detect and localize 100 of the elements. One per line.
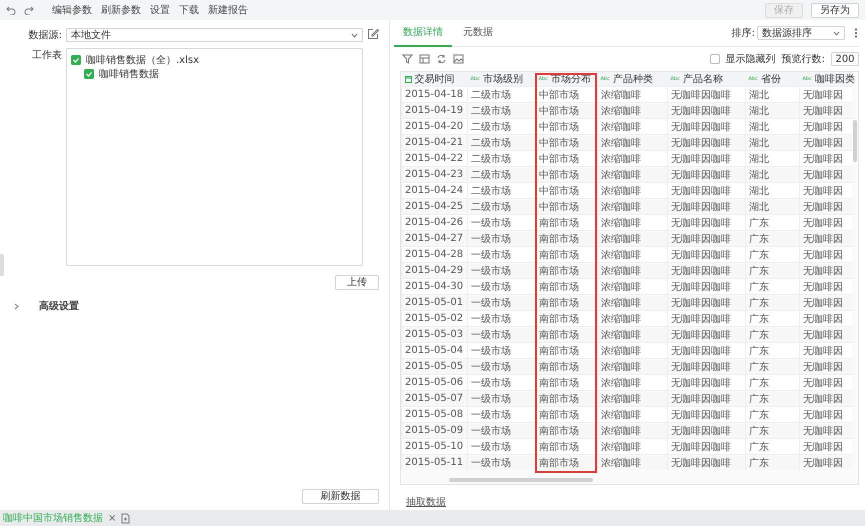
tab[interactable]: 元数据 [454, 20, 502, 46]
table-settings-icon[interactable] [419, 54, 430, 64]
table-cell: 中部市场 [536, 86, 598, 102]
extract-link[interactable]: 抽取数据 [406, 495, 446, 509]
menu-item[interactable]: 下载 [179, 3, 199, 17]
table-cell: 广东 [746, 278, 800, 294]
table-cell: 2015-04-30 [402, 278, 468, 294]
table-cell: 南部市场 [536, 310, 598, 326]
table-cell: 广东 [746, 438, 800, 454]
table-cell: 湖北 [746, 118, 800, 134]
table-cell: 无咖啡因咖啡 [668, 230, 746, 246]
menu-item[interactable]: 设置 [150, 3, 170, 17]
menu-item[interactable]: 编辑参数 [52, 3, 92, 17]
table-cell: 湖北 [746, 134, 800, 150]
table-cell: 一级市场 [468, 214, 536, 230]
table-cell: 无咖啡因咖啡 [668, 342, 746, 358]
table-cell: 浓缩咖啡 [598, 230, 668, 246]
section-title[interactable]: 高级设置 [39, 299, 79, 313]
redo-icon[interactable] [24, 6, 34, 14]
table-cell: 二级市场 [468, 118, 536, 134]
table-cell: 无咖啡因 [800, 134, 852, 150]
row-count-field[interactable]: 200 [831, 52, 859, 66]
table-cell: 浓缩咖啡 [598, 406, 668, 422]
checkbox[interactable] [84, 69, 94, 79]
menu-item[interactable]: 新建报告 [208, 3, 248, 17]
table-cell: 一级市场 [468, 310, 536, 326]
table-cell: 无咖啡因 [800, 118, 852, 134]
table-cell: 2015-04-20 [402, 118, 468, 134]
source-select[interactable]: 本地文件 [66, 28, 363, 42]
table-cell: 南部市场 [536, 214, 598, 230]
table-cell: 2015-05-01 [402, 294, 468, 310]
table-cell: 无咖啡因咖啡 [668, 150, 746, 166]
table-cell: 2015-04-27 [402, 230, 468, 246]
close-icon[interactable]: × [108, 512, 116, 524]
table-cell: 浓缩咖啡 [598, 166, 668, 182]
table-cell: 无咖啡因咖啡 [668, 438, 746, 454]
refresh-icon[interactable] [436, 54, 447, 64]
menu-item[interactable]: 刷新参数 [101, 3, 141, 17]
table-cell: 无咖啡因 [800, 102, 852, 118]
table-cell: 无咖啡因咖啡 [668, 390, 746, 406]
sheet-name[interactable]: 咖啡销售数据 [99, 67, 159, 81]
checkbox-label[interactable]: 显示隐藏列 [726, 52, 776, 66]
checkbox[interactable] [71, 55, 81, 65]
table-cell: 无咖啡因 [800, 214, 852, 230]
table-cell: 无咖啡因咖啡 [668, 358, 746, 374]
edit-icon[interactable] [367, 28, 379, 40]
field-label: 预览行数: [782, 53, 825, 66]
table-cell: 浓缩咖啡 [598, 278, 668, 294]
table-cell: 广东 [746, 310, 800, 326]
table-cell: 一级市场 [468, 390, 536, 406]
table-cell: 无咖啡因咖啡 [668, 294, 746, 310]
table-cell: 南部市场 [536, 246, 598, 262]
collapse-handle[interactable] [0, 254, 4, 276]
table-cell: 广东 [746, 390, 800, 406]
save-as-button[interactable]: 另存为 [811, 2, 859, 18]
table-cell: 广东 [746, 230, 800, 246]
sheet-name[interactable]: 咖啡销售数据（全）.xlsx [86, 53, 200, 67]
table-cell: 浓缩咖啡 [598, 374, 668, 390]
table-cell: 湖北 [746, 182, 800, 198]
table-cell: 无咖啡因咖啡 [668, 182, 746, 198]
table-cell: 广东 [746, 294, 800, 310]
table-cell: 广东 [746, 358, 800, 374]
table-cell: 无咖啡因咖啡 [668, 374, 746, 390]
chevron-right-icon[interactable] [14, 302, 19, 310]
table-cell: 一级市场 [468, 246, 536, 262]
table-cell: 湖北 [746, 102, 800, 118]
table-cell: 无咖啡因 [800, 166, 852, 182]
table-cell: 2015-05-08 [402, 406, 468, 422]
table-cell: 浓缩咖啡 [598, 182, 668, 198]
table-cell: 中部市场 [536, 118, 598, 134]
new-report-icon[interactable] [121, 512, 130, 524]
table-cell: 南部市场 [536, 406, 598, 422]
table-cell: 浓缩咖啡 [598, 102, 668, 118]
checkbox[interactable] [710, 54, 720, 64]
horizontal-scrollbar[interactable] [449, 478, 593, 482]
table-cell: 广东 [746, 262, 800, 278]
table-cell: 二级市场 [468, 86, 536, 102]
undo-icon[interactable] [6, 6, 16, 14]
table-cell: 二级市场 [468, 166, 536, 182]
calendar-icon [404, 76, 412, 82]
more-icon[interactable] [853, 28, 859, 38]
table-cell: 2015-04-19 [402, 102, 468, 118]
table-cell: 无咖啡因咖啡 [668, 278, 746, 294]
table-cell: 无咖啡因 [800, 182, 852, 198]
table-cell: 无咖啡因咖啡 [668, 422, 746, 438]
table-cell: 无咖啡因咖啡 [668, 134, 746, 150]
sort-select[interactable]: 数据源排序 [757, 26, 845, 40]
table-cell: 无咖啡因咖啡 [668, 454, 746, 470]
table-cell: 2015-05-03 [402, 326, 468, 342]
table-cell: 广东 [746, 422, 800, 438]
upload-button[interactable]: 上传 [335, 275, 379, 290]
table-cell: 无咖啡因咖啡 [668, 406, 746, 422]
table-cell: 浓缩咖啡 [598, 390, 668, 406]
column-header[interactable]: 交易时间 [402, 72, 468, 86]
refresh-button[interactable]: 刷新数据 [302, 489, 379, 504]
table-cell: 浓缩咖啡 [598, 262, 668, 278]
table-cell: 一级市场 [468, 422, 536, 438]
table-cell: 一级市场 [468, 278, 536, 294]
filter-icon[interactable] [402, 54, 413, 64]
image-icon[interactable] [453, 54, 464, 64]
